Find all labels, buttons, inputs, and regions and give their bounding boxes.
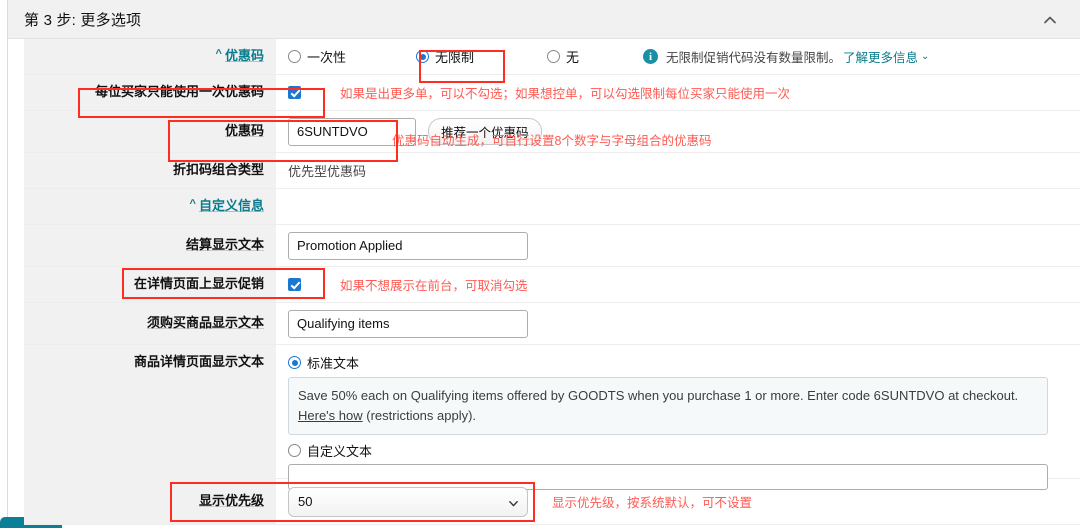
radio-circle-selected-icon <box>416 50 429 63</box>
heres-how-link[interactable]: Here's how <box>298 408 363 423</box>
combination-type-value: 优先型优惠码 <box>288 161 366 180</box>
radio-none[interactable]: 无 <box>547 47 579 66</box>
page-root: 第 3 步: 更多选项 ^ 优惠码 一次性 无限制 <box>0 0 1080 528</box>
row-display-priority: 显示优先级 50 显示优先级，按系统默认，可不设置 <box>24 479 1080 525</box>
row-label-one-per-buyer: 每位买家只能使用一次优惠码 <box>24 75 276 110</box>
radio-unlimited[interactable]: 无限制 <box>416 47 547 66</box>
row-field-display-priority: 50 显示优先级，按系统默认，可不设置 <box>276 479 1080 524</box>
row-field-custom-info <box>276 189 1080 224</box>
radio-circle-selected-icon <box>288 356 301 369</box>
row-qualifying-text: 须购买商品显示文本 <box>24 303 1080 345</box>
row-field-one-per-buyer: 如果是出更多单，可以不勾选；如果想控单，可以勾选限制每位买家只能使用一次 <box>276 75 1080 110</box>
one-per-buyer-checkbox[interactable] <box>288 86 301 99</box>
row-field-checkout-text <box>276 225 1080 266</box>
row-checkout-text: 结算显示文本 <box>24 225 1080 267</box>
row-field-show-on-detail: 如果不想展示在前台，可取消勾选 <box>276 267 1080 302</box>
note-one-per-buyer: 如果是出更多单，可以不勾选；如果想控单，可以勾选限制每位买家只能使用一次 <box>340 83 790 102</box>
show-on-detail-checkbox[interactable] <box>288 278 301 291</box>
row-label-display-priority: 显示优先级 <box>24 479 276 524</box>
row-label-promo-code-type[interactable]: ^ 优惠码 <box>24 39 276 74</box>
page-title: 第 3 步: 更多选项 <box>24 9 141 30</box>
row-custom-info: ^ 自定义信息 <box>24 189 1080 225</box>
chevron-down-icon[interactable]: ⌄ <box>921 51 929 62</box>
promo-code-type-radio-group: 一次性 无限制 无 <box>288 47 579 66</box>
radio-standard-text[interactable]: 标准文本 <box>288 353 1070 372</box>
chevron-up-icon[interactable] <box>1042 12 1058 28</box>
checkout-text-input[interactable] <box>288 232 528 260</box>
row-field-detail-page-text: 标准文本 Save 50% each on Qualifying items o… <box>276 345 1080 500</box>
note-show-on-detail: 如果不想展示在前台，可取消勾选 <box>340 275 528 294</box>
standard-text-preview: Save 50% each on Qualifying items offere… <box>288 377 1048 435</box>
row-label-show-on-detail: 在详情页面上显示促销 <box>24 267 276 302</box>
radio-circle-icon <box>288 444 301 457</box>
section-header: 第 3 步: 更多选项 <box>8 0 1080 39</box>
radio-circle-icon <box>547 50 560 63</box>
info-circle-icon: i <box>643 49 658 64</box>
row-label-qualifying-text: 须购买商品显示文本 <box>24 303 276 344</box>
caret-icon: ^ <box>190 197 196 211</box>
row-field-promo-code-type: 一次性 无限制 无 i 无限制促销代码没有数量限制。 了解更多信息 ⌄ <box>276 39 1080 74</box>
promo-code-type-info: i 无限制促销代码没有数量限制。 了解更多信息 ⌄ <box>643 47 929 66</box>
row-combination-type: 折扣码组合类型 优先型优惠码 <box>24 153 1080 189</box>
row-label-combination-type: 折扣码组合类型 <box>24 153 276 188</box>
radio-circle-icon <box>288 50 301 63</box>
display-priority-select-value[interactable]: 50 <box>288 487 528 517</box>
row-field-promo-code: 推荐一个优惠码 优惠码自动生成，可自行设置8个数字与字母组合的优惠码 <box>276 111 1080 152</box>
row-show-on-detail: 在详情页面上显示促销 如果不想展示在前台，可取消勾选 <box>24 267 1080 303</box>
row-field-qualifying-text <box>276 303 1080 344</box>
note-promo-code: 优惠码自动生成，可自行设置8个数字与字母组合的优惠码 <box>392 130 711 149</box>
left-rail <box>0 0 8 528</box>
radio-custom-text[interactable]: 自定义文本 <box>288 441 1070 460</box>
row-label-checkout-text: 结算显示文本 <box>24 225 276 266</box>
row-one-per-buyer: 每位买家只能使用一次优惠码 如果是出更多单，可以不勾选；如果想控单，可以勾选限制… <box>24 75 1080 111</box>
note-display-priority: 显示优先级，按系统默认，可不设置 <box>552 492 752 511</box>
row-label-custom-info[interactable]: ^ 自定义信息 <box>24 189 276 224</box>
learn-more-link[interactable]: 了解更多信息 <box>843 47 918 66</box>
row-promo-code-type: ^ 优惠码 一次性 无限制 无 <box>24 39 1080 75</box>
more-options-form: ^ 优惠码 一次性 无限制 无 <box>24 39 1080 525</box>
row-promo-code: 优惠码 推荐一个优惠码 优惠码自动生成，可自行设置8个数字与字母组合的优惠码 <box>24 111 1080 153</box>
row-label-promo-code: 优惠码 <box>24 111 276 152</box>
qualifying-text-input[interactable] <box>288 310 528 338</box>
radio-one-time[interactable]: 一次性 <box>288 47 416 66</box>
display-priority-select[interactable]: 50 <box>288 487 528 517</box>
row-field-combination-type: 优先型优惠码 <box>276 153 1080 188</box>
caret-icon: ^ <box>216 47 222 61</box>
row-label-detail-page-text: 商品详情页面显示文本 <box>24 345 276 479</box>
row-detail-page-text: 商品详情页面显示文本 标准文本 Save 50% each on Qualify… <box>24 345 1080 479</box>
